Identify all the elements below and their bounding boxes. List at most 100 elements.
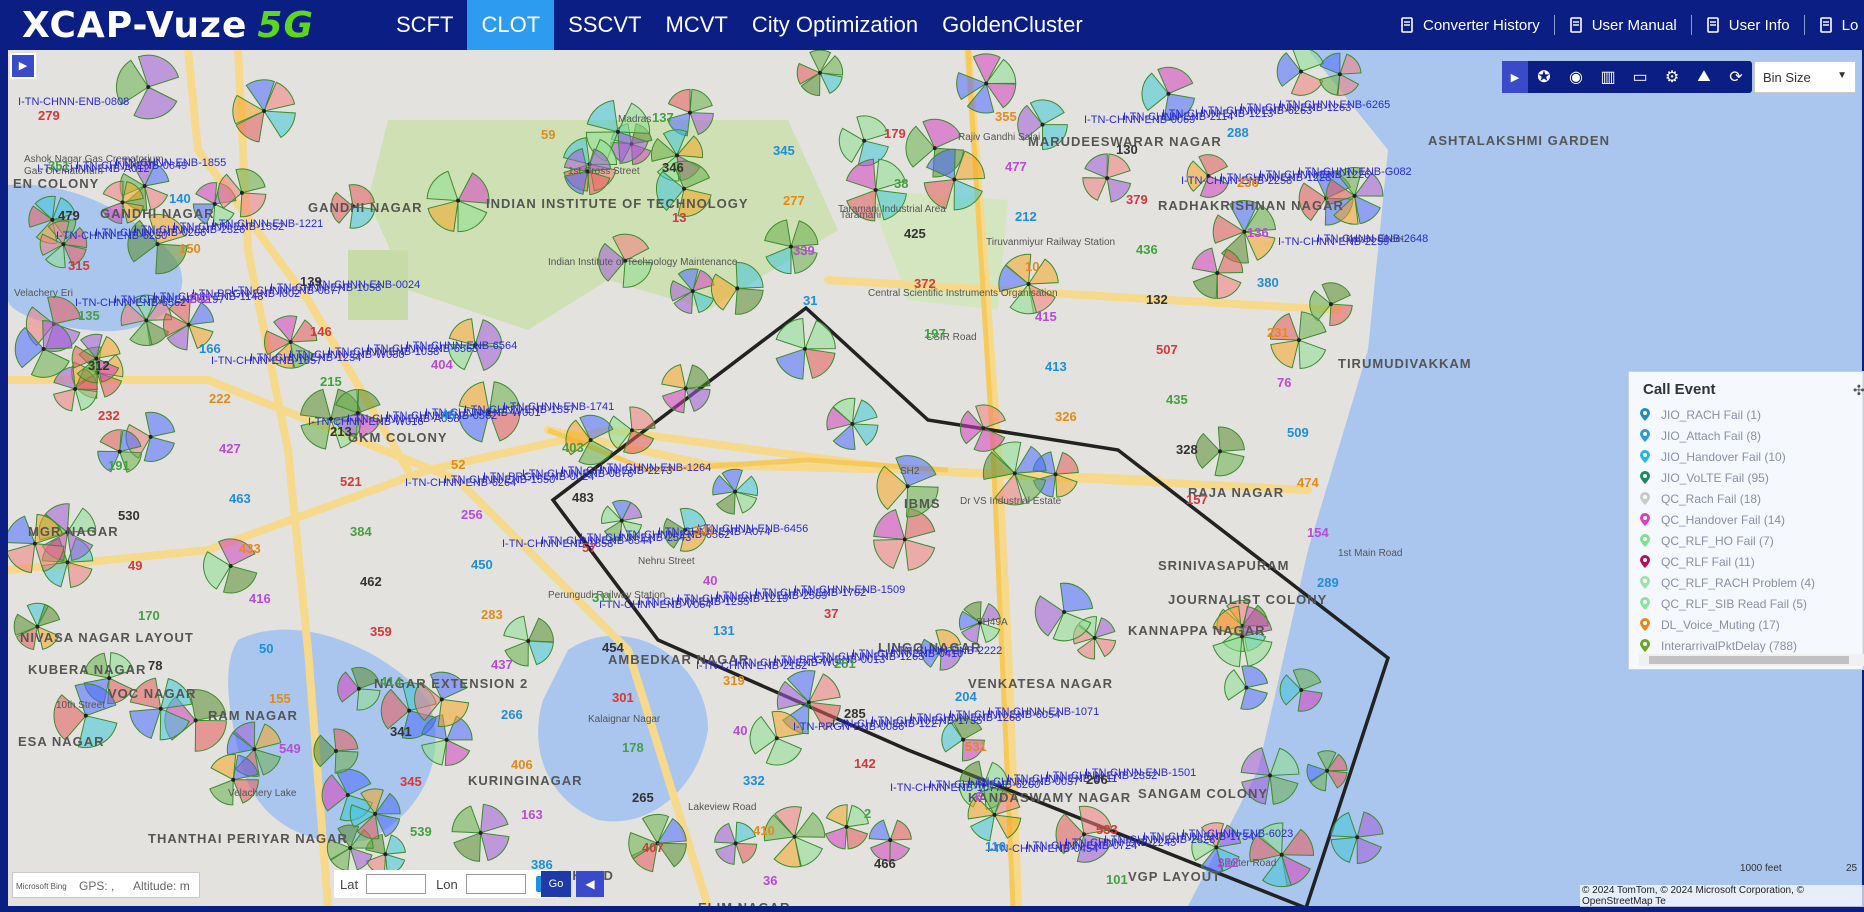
settings-icon[interactable]: ⚙	[1656, 61, 1688, 93]
nav-tab-clot[interactable]: CLOT	[467, 0, 555, 50]
cell-site-dot	[619, 518, 624, 523]
count-label: 533	[1096, 822, 1118, 837]
app-logo[interactable]: XCAP-Vuze 5G	[22, 4, 314, 46]
count-label: 415	[1035, 309, 1057, 324]
cell-site-dot	[288, 340, 293, 345]
count-label: 236	[1237, 175, 1259, 190]
bin-size-select[interactable]: Bin Size ▼	[1754, 61, 1856, 93]
legend-item[interactable]: QC_Handover Fail (14)	[1639, 509, 1815, 530]
count-label: 59	[541, 127, 555, 142]
layers-icon[interactable]: ⛰	[1688, 61, 1720, 93]
legend-item[interactable]: JIO_RACH Fail (1)	[1639, 404, 1815, 425]
cell-site-dot	[1053, 472, 1058, 477]
legend-item[interactable]: QC_RLF_HO Fail (7)	[1639, 530, 1815, 551]
cell-site-dot	[1092, 635, 1097, 640]
legend-item[interactable]: InterarrivalPktDelay (788)	[1639, 635, 1815, 656]
street-label: Lakeview Road	[688, 802, 756, 813]
chart-icon[interactable]: ▥	[1592, 61, 1624, 93]
count-label: 204	[955, 689, 977, 704]
legend-item[interactable]: JIO_Handover Fail (10)	[1639, 446, 1815, 467]
cell-site-dot	[792, 834, 797, 839]
nav-tab-goldencluster[interactable]: GoldenCluster	[932, 0, 1093, 50]
area-label: MGR NAGAR	[28, 524, 119, 539]
map-pin-icon	[1639, 638, 1651, 653]
legend-item-label: JIO_VoLTE Fail (95)	[1661, 470, 1769, 485]
legend-item[interactable]: QC_RLF_SIB Read Fail (5)	[1639, 593, 1815, 614]
map-pin-icon	[1639, 449, 1651, 464]
logout-icon	[1819, 17, 1833, 33]
map-pin-icon	[1639, 617, 1651, 632]
count-label: 142	[854, 756, 876, 771]
cell-site-dot	[932, 146, 937, 151]
legend-item[interactable]: QC_Rach Fail (18)	[1639, 488, 1815, 509]
main-nav: SCFT CLOT SSCVT MCVT City Optimization Golden…	[386, 0, 1097, 50]
go-button[interactable]: Go	[541, 871, 571, 897]
street-label: Indian Institute of Technology Maintenan…	[548, 257, 738, 268]
count-label: 466	[874, 856, 896, 871]
legend-title: Call Event	[1643, 381, 1716, 398]
cell-site-dot	[733, 489, 738, 494]
collapse-button[interactable]: ◀	[576, 871, 604, 897]
nav-tab-mcvt[interactable]: MCVT	[656, 0, 738, 50]
legend-item[interactable]: QC_RLF_RACH Problem (4)	[1639, 572, 1815, 593]
cell-site-dot	[444, 737, 449, 742]
header-link-history[interactable]: Converter History	[1386, 15, 1555, 35]
count-label: 407	[642, 840, 664, 855]
street-label: Madras	[618, 114, 651, 125]
legend-item[interactable]: JIO_VoLTE Fail (95)	[1639, 467, 1815, 488]
cell-site-dot	[1215, 270, 1220, 275]
legend-item[interactable]: JIO_Attach Fail (8)	[1639, 425, 1815, 446]
site-label: I-TN-CHNN-ENB-2259	[1278, 236, 1389, 248]
expand-icon[interactable]: ✣	[1853, 382, 1864, 399]
cell-site-dot	[802, 346, 807, 351]
legend-item[interactable]: DL_Voice_Muting (17)	[1639, 614, 1815, 635]
count-label: 154	[1307, 525, 1329, 540]
legend-scrollbar[interactable]	[1639, 654, 1864, 666]
nav-tab-sscvt[interactable]: SSCVT	[558, 0, 651, 50]
nav-tab-city-optimization[interactable]: City Optimization	[742, 0, 928, 50]
signal-icon[interactable]: ◉	[1560, 61, 1592, 93]
play-button[interactable]: ▶	[10, 53, 36, 79]
nav-tab-scft[interactable]: SCFT	[386, 0, 463, 50]
count-label: 170	[138, 608, 160, 623]
ruler-icon[interactable]: ▭	[1624, 61, 1656, 93]
cell-site-dot	[682, 186, 687, 191]
legend-scroll-thumb[interactable]	[1649, 656, 1849, 664]
area-label: GANDHI NAGAR	[308, 200, 423, 215]
cell-site-dot	[142, 184, 147, 189]
history-icon	[1400, 17, 1414, 33]
cell-site-dot	[186, 322, 191, 327]
cell-site-dot	[1244, 685, 1249, 690]
header-link-logout[interactable]: Lo	[1805, 15, 1864, 35]
lon-input[interactable]	[465, 874, 526, 894]
count-label: 132	[1146, 292, 1168, 307]
cell-site-dot	[1166, 91, 1171, 96]
cell-site-dot	[873, 188, 878, 193]
count-label: 351	[48, 158, 70, 173]
cell-site-dot	[1352, 193, 1357, 198]
play-icon[interactable]: ▶	[1502, 61, 1528, 93]
count-label: 339	[793, 243, 815, 258]
count-label: 50	[259, 641, 273, 656]
refresh-icon[interactable]: ⟳	[1720, 61, 1752, 93]
street-label: Dr VS Industrial Estate	[960, 496, 1062, 507]
header-link-user[interactable]: User Info	[1692, 15, 1805, 35]
map-pin-icon	[1639, 533, 1651, 548]
cell-site-dot	[1012, 471, 1017, 476]
legend-item[interactable]: QC_RLF Fail (11)	[1639, 551, 1815, 572]
count-label: 78	[148, 658, 162, 673]
area-label: GANDHI NAGAR	[100, 206, 215, 221]
count-label: 213	[330, 424, 352, 439]
legend-item-label: QC_RLF_HO Fail (7)	[1661, 533, 1774, 548]
count-label: 435	[1166, 392, 1188, 407]
polygon-draw-icon[interactable]: ✪	[1528, 61, 1560, 93]
lat-input[interactable]	[366, 874, 427, 894]
street-label: Rajiv Gandhi Salai	[958, 132, 1040, 143]
count-label: 13	[672, 210, 686, 225]
count-label: 345	[400, 774, 422, 789]
header-link-label: Lo	[1841, 16, 1859, 34]
count-label: 413	[1045, 359, 1067, 374]
map-canvas[interactable]: INDIAN INSTITUTE OF TECHNOLOGY GANDHI NAG…	[0, 50, 1864, 912]
header-link-manual[interactable]: User Manual	[1555, 15, 1692, 35]
legend-items: JIO_RACH Fail (1) JIO_Attach Fail (8) JIO_…	[1639, 404, 1815, 656]
